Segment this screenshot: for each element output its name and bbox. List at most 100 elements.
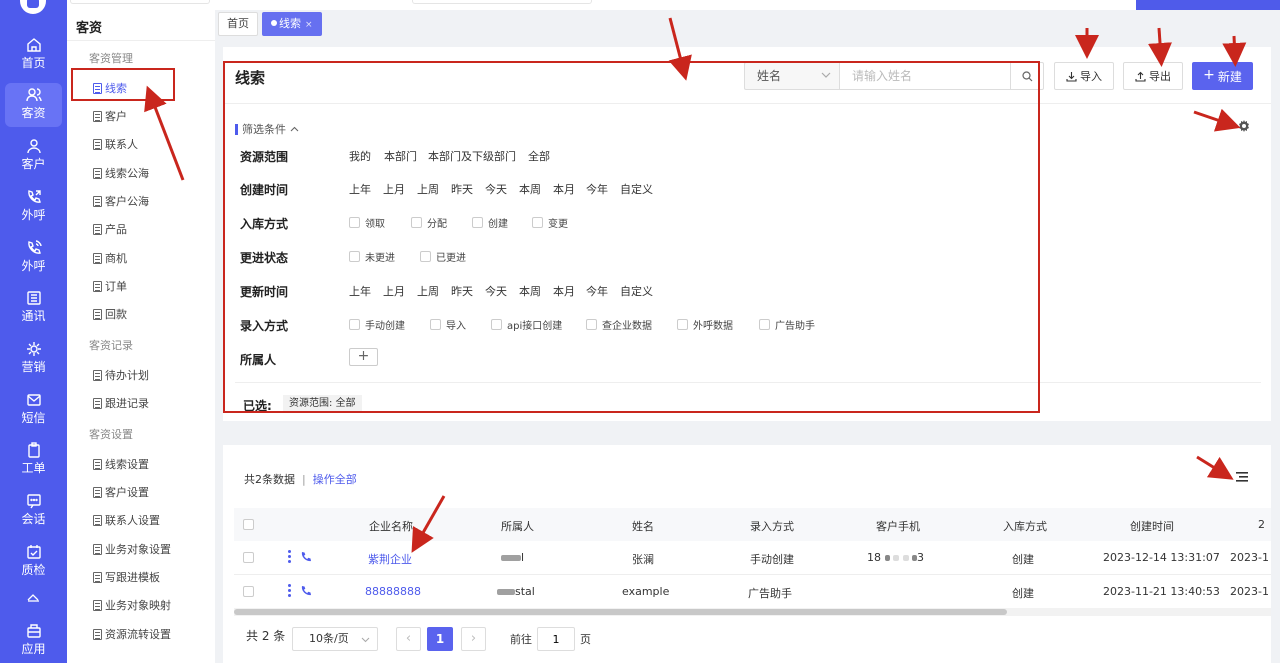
column-header[interactable]: 2 — [1258, 518, 1265, 531]
more-actions-icon[interactable] — [288, 550, 291, 563]
sidebar-item-lead-pool[interactable]: 线索公海 — [93, 165, 149, 181]
document-icon — [93, 110, 102, 122]
home-icon — [26, 38, 41, 52]
sidebar-item-payments[interactable]: 回款 — [93, 306, 127, 322]
sidebar-item-lead-settings[interactable]: 线索设置 — [93, 456, 149, 472]
column-header[interactable]: 所属人 — [501, 518, 534, 534]
sidebar-item-customers[interactable]: 客户 — [93, 108, 127, 124]
column-header[interactable]: 录入方式 — [750, 518, 794, 534]
storage-method-cell: 创建 — [1012, 587, 1034, 600]
scrollbar-thumb[interactable] — [234, 609, 1007, 615]
document-icon — [93, 486, 102, 498]
column-header[interactable]: 企业名称 — [369, 518, 413, 534]
rail-item-outbound[interactable]: 外呼 — [5, 185, 62, 229]
rail-item-chat[interactable]: 会话 — [5, 489, 62, 533]
row-checkbox[interactable] — [243, 586, 254, 597]
column-settings-icon[interactable] — [1236, 472, 1248, 482]
owner-cell: l — [501, 551, 524, 564]
rail-item-label: 通讯 — [21, 309, 46, 323]
sidebar-item-products[interactable]: 产品 — [93, 221, 127, 237]
document-icon — [93, 543, 102, 555]
top-bar — [67, 0, 1280, 10]
horizontal-scrollbar[interactable] — [234, 608, 1271, 616]
rail-item-label: 客资 — [21, 106, 46, 120]
sidebar-item-customer-settings[interactable]: 客户设置 — [93, 484, 149, 500]
top-input-edge — [70, 0, 210, 4]
import-button[interactable]: 导入 — [1054, 62, 1114, 90]
sidebar-item-todo[interactable]: 待办计划 — [93, 367, 149, 383]
sms-icon — [26, 394, 41, 406]
entry-method-cell: 广告助手 — [748, 587, 792, 600]
collapse-icon[interactable] — [27, 592, 40, 602]
sidebar-item-object-settings[interactable]: 业务对象设置 — [93, 541, 171, 557]
select-all-checkbox[interactable] — [243, 519, 254, 530]
phone-icon[interactable] — [300, 551, 312, 563]
rail-item-leads[interactable]: 客资 — [5, 83, 62, 127]
gear-icon[interactable] — [1238, 120, 1250, 132]
prev-page-button[interactable]: ‹ — [396, 627, 421, 651]
rail-item-home[interactable]: 首页 — [5, 33, 62, 77]
redacted-text — [497, 589, 515, 595]
tab-leads[interactable]: 线索 × — [262, 12, 322, 36]
column-header[interactable]: 创建时间 — [1130, 518, 1174, 534]
apps-icon — [26, 624, 41, 638]
sidebar-item-contact-settings[interactable]: 联系人设置 — [93, 512, 160, 528]
row-checkbox[interactable] — [243, 552, 254, 563]
sidebar-item-orders[interactable]: 订单 — [93, 278, 127, 294]
rail-item-sms[interactable]: 短信 — [5, 388, 62, 432]
new-button[interactable]: + 新建 — [1192, 62, 1253, 90]
more-actions-icon[interactable] — [288, 584, 291, 597]
owner-cell: stal — [497, 585, 535, 598]
phone-icon[interactable] — [300, 585, 312, 597]
sidebar-item-resource-flow[interactable]: 资源流转设置 — [93, 626, 171, 642]
table-panel: 共2条数据 | 操作全部 企业名称 所属人 姓名 录入方式 客户手机 入库方式 … — [223, 445, 1271, 663]
entry-method-cell: 手动创建 — [750, 553, 794, 566]
rail-item-label: 营销 — [21, 360, 46, 374]
created-time-cell: 2023-11-21 13:40:53 — [1103, 585, 1220, 598]
rail-item-customers[interactable]: 客户 — [5, 134, 62, 178]
redacted-text — [501, 555, 521, 561]
annotation-box-filters — [223, 61, 1040, 413]
rail-item-quality[interactable]: 质检 — [5, 540, 62, 584]
column-header[interactable]: 入库方式 — [1003, 518, 1047, 534]
extra-cell: 2023-1 — [1230, 551, 1269, 564]
total-count: 共2条数据 — [244, 473, 295, 486]
goto-page-input[interactable] — [537, 627, 575, 651]
rail-item-label: 应用 — [21, 642, 46, 656]
document-icon — [93, 458, 102, 470]
sidebar-item-followups[interactable]: 跟进记录 — [93, 395, 149, 411]
divider — [67, 40, 215, 41]
column-header[interactable]: 姓名 — [632, 518, 654, 534]
table-summary: 共2条数据 | 操作全部 — [244, 471, 357, 487]
export-button[interactable]: 导出 — [1123, 62, 1183, 90]
phone-cell: 18 3 — [867, 551, 924, 564]
company-name-link[interactable]: 88888888 — [365, 585, 421, 598]
table-row: 88888888 stal example 广告助手 创建 2023-11-21… — [234, 575, 1271, 609]
document-icon — [93, 571, 102, 583]
document-icon — [93, 369, 102, 381]
page-size-select[interactable]: 10条/页 — [292, 627, 378, 651]
rail-item-tickets[interactable]: 工单 — [5, 438, 62, 482]
clipboard-icon — [27, 442, 40, 458]
company-name-link[interactable]: 紫荆企业 — [368, 551, 412, 567]
sidebar-item-customer-pool[interactable]: 客户公海 — [93, 193, 149, 209]
rail-item-contacts[interactable]: 通讯 — [5, 286, 62, 330]
tab-close-icon[interactable]: × — [305, 20, 313, 30]
sidebar-item-followup-template[interactable]: 写跟进模板 — [93, 569, 160, 585]
rail-item-apps[interactable]: 应用 — [5, 619, 62, 663]
operate-all-link[interactable]: 操作全部 — [313, 471, 357, 487]
next-page-button[interactable]: › — [461, 627, 486, 651]
sidebar-group-title: 客资设置 — [89, 428, 133, 441]
marketing-icon — [26, 342, 41, 356]
rail-item-outbound-call[interactable]: 外呼 — [5, 236, 62, 280]
tab-home[interactable]: 首页 — [218, 12, 258, 36]
created-time-cell: 2023-12-14 13:31:07 — [1103, 551, 1220, 564]
current-page-button[interactable]: 1 — [427, 627, 453, 651]
sidebar-item-object-mapping[interactable]: 业务对象映射 — [93, 597, 171, 613]
rail-item-label: 外呼 — [21, 259, 46, 273]
column-header[interactable]: 客户手机 — [876, 518, 920, 534]
sidebar-item-opportunities[interactable]: 商机 — [93, 250, 127, 266]
sidebar-item-contacts[interactable]: 联系人 — [93, 136, 138, 152]
quality-icon — [26, 545, 41, 559]
rail-item-marketing[interactable]: 营销 — [5, 337, 62, 381]
